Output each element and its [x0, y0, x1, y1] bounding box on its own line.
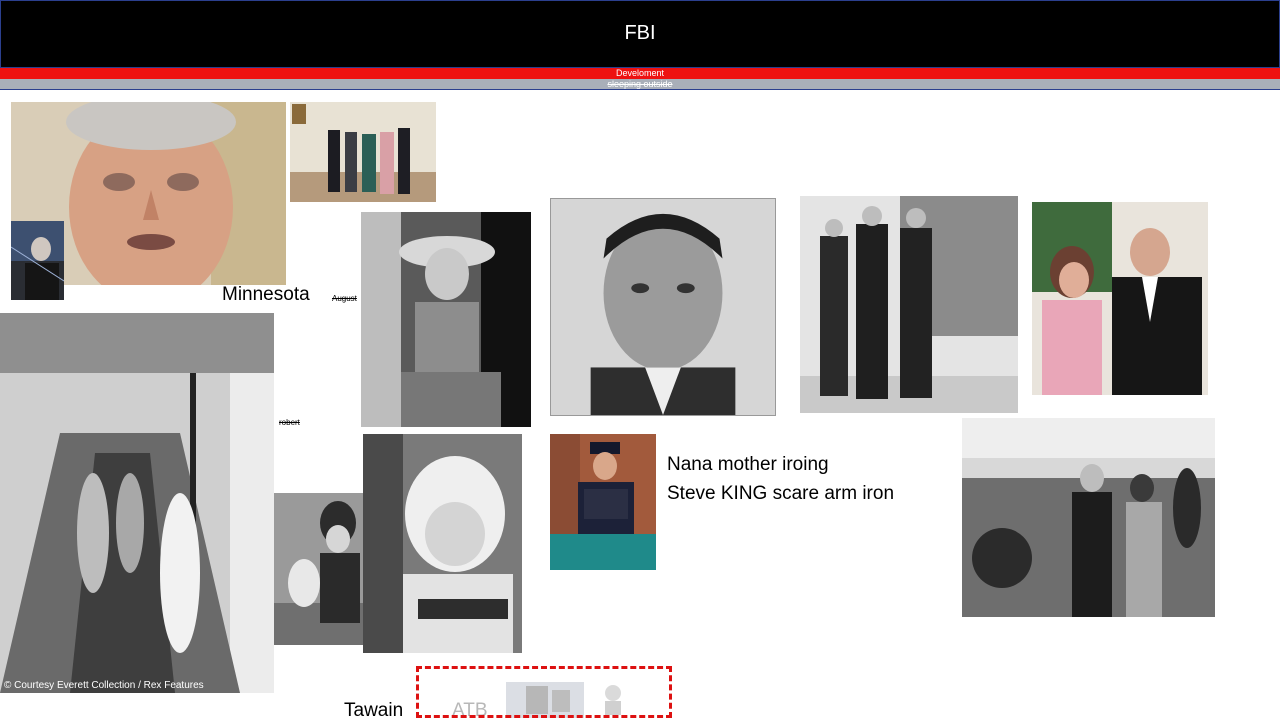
group-formal-photo	[290, 102, 436, 202]
dashed-highlight-box	[416, 666, 672, 718]
page-title: FBI	[624, 22, 656, 44]
couple-color-photo	[1032, 202, 1208, 395]
young-man-portrait-photo	[550, 198, 776, 416]
grey-strip-label: sleeping outside	[607, 79, 673, 89]
staircase-procession-photo	[0, 313, 274, 693]
boy-with-hat-photo	[361, 212, 531, 427]
red-strip-label: Develoment	[615, 68, 665, 78]
caption-minnesota: Minnesota	[222, 284, 310, 305]
swearing-in-photo	[962, 418, 1215, 617]
caption-tawain: Tawain	[344, 700, 404, 721]
caption-august: August	[332, 294, 357, 303]
caption-nana-line2: Steve KING scare arm iron	[667, 483, 895, 504]
queen-holding-baby-photo	[274, 493, 374, 645]
baby-in-bonnet-photo	[363, 434, 522, 653]
three-men-standing-photo	[800, 196, 1018, 413]
caption-robert: robert	[279, 418, 300, 427]
officer-ironing-photo	[550, 434, 656, 570]
caption-nana-line1: Nana mother iroing	[667, 454, 829, 475]
small-dark-portrait-photo	[11, 221, 64, 300]
watermark-caption: © Courtesy Everett Collection / Rex Feat…	[4, 680, 204, 691]
